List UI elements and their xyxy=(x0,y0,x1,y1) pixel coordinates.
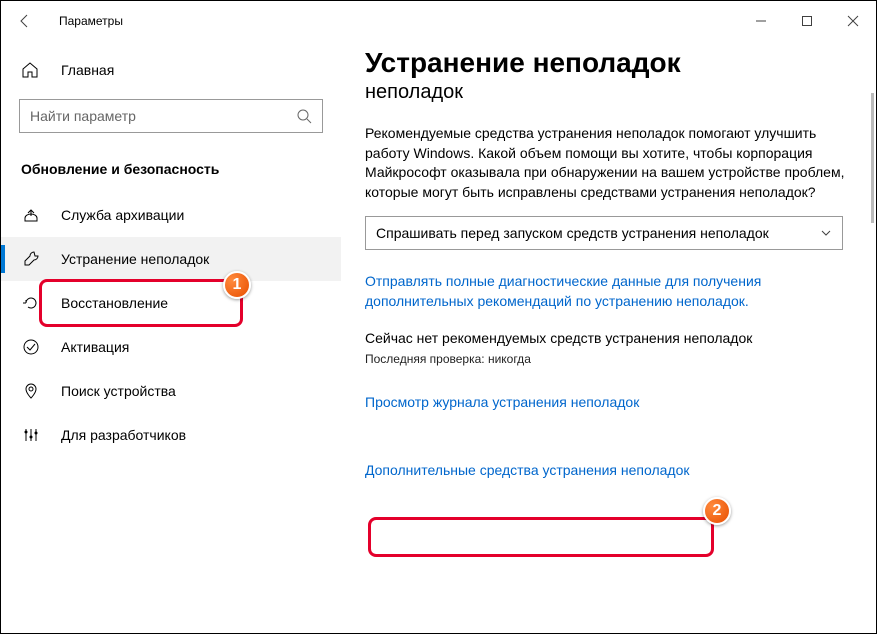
maximize-button[interactable] xyxy=(784,1,830,41)
sidebar-item-label: Для разработчиков xyxy=(61,427,186,443)
sidebar: Главная Найти параметр Обновление и безо… xyxy=(1,41,341,635)
home-nav[interactable]: Главная xyxy=(1,51,341,89)
last-check-text: Последняя проверка: никогда xyxy=(365,352,852,366)
search-input[interactable]: Найти параметр xyxy=(19,99,323,133)
diagnostic-link[interactable]: Отправлять полные диагностические данные… xyxy=(365,272,845,311)
home-icon xyxy=(21,61,41,79)
annotation-badge-2: 2 xyxy=(703,497,731,525)
window-controls xyxy=(738,1,876,41)
sidebar-item-label: Восстановление xyxy=(61,295,168,311)
intro-text: Рекомендуемые средства устранения непола… xyxy=(365,124,845,202)
location-icon xyxy=(21,382,41,400)
sidebar-item-backup[interactable]: Служба архивации xyxy=(1,193,341,237)
troubleshoot-dropdown[interactable]: Спрашивать перед запуском средств устран… xyxy=(365,216,843,250)
wrench-icon xyxy=(21,250,41,268)
developers-icon xyxy=(21,426,41,444)
main-content: Устранение неполадок неполадок Рекоменду… xyxy=(341,41,876,635)
sidebar-item-label: Служба архивации xyxy=(61,207,184,223)
search-icon xyxy=(296,108,312,124)
dropdown-value: Спрашивать перед запуском средств устран… xyxy=(376,225,820,241)
search-placeholder: Найти параметр xyxy=(30,108,296,124)
page-heading: Устранение неполадок xyxy=(365,47,852,79)
backup-icon xyxy=(21,206,41,224)
titlebar: Параметры xyxy=(1,1,876,41)
scrollbar[interactable] xyxy=(871,93,874,223)
minimize-button[interactable] xyxy=(738,1,784,41)
sidebar-item-developers[interactable]: Для разработчиков xyxy=(1,413,341,457)
back-button[interactable] xyxy=(5,1,45,41)
window-title: Параметры xyxy=(59,14,123,28)
activation-icon xyxy=(21,338,41,356)
section-title: Обновление и безопасность xyxy=(1,151,341,193)
sidebar-item-recovery[interactable]: Восстановление xyxy=(1,281,341,325)
status-text: Сейчас нет рекомендуемых средств устране… xyxy=(365,330,852,346)
annotation-badge-1: 1 xyxy=(223,271,251,299)
close-button[interactable] xyxy=(830,1,876,41)
page-subheading: неполадок xyxy=(365,81,852,104)
history-link[interactable]: Просмотр журнала устранения неполадок xyxy=(365,394,639,410)
sidebar-item-label: Устранение неполадок xyxy=(61,251,209,267)
additional-troubleshooters-link[interactable]: Дополнительные средства устранения непол… xyxy=(365,462,690,478)
sidebar-item-label: Активация xyxy=(61,339,129,355)
home-label: Главная xyxy=(61,62,114,78)
sidebar-item-troubleshoot[interactable]: Устранение неполадок xyxy=(1,237,341,281)
sidebar-item-activation[interactable]: Активация xyxy=(1,325,341,369)
chevron-down-icon xyxy=(820,227,832,239)
sidebar-item-label: Поиск устройства xyxy=(61,383,176,399)
recovery-icon xyxy=(21,294,41,312)
sidebar-item-find-device[interactable]: Поиск устройства xyxy=(1,369,341,413)
